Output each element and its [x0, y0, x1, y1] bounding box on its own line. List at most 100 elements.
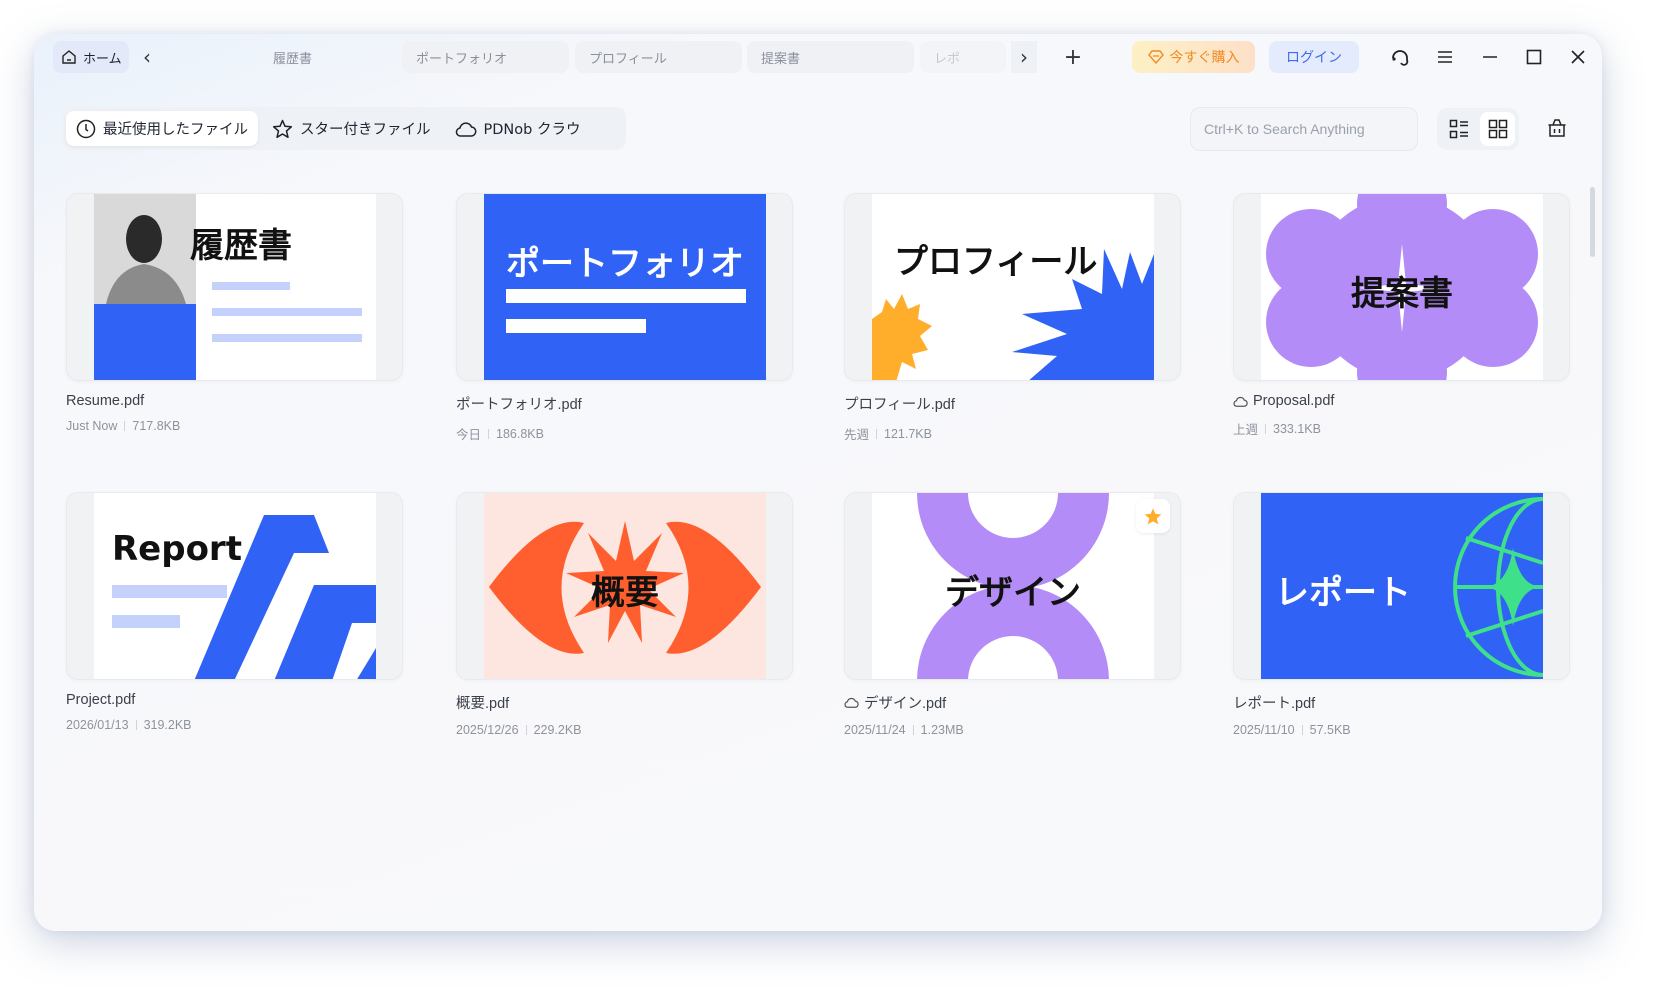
file-name-row: デザイン.pdf [844, 692, 1181, 713]
divider [124, 421, 125, 431]
filter-label: PDNob クラウ [484, 118, 581, 139]
file-name: デザイン.pdf [864, 692, 946, 713]
thumbnail: 履歴書 [94, 194, 376, 381]
file-card-portfolio[interactable]: ポートフォリオ ポートフォリオ.pdf 今日186.8KB [456, 193, 793, 443]
divider [136, 720, 137, 730]
thumbnail: ポートフォリオ [484, 194, 766, 381]
file-filter-segmented: 最近使用したファイル スター付きファイル PDNob クラウ [62, 107, 626, 150]
file-card-summary[interactable]: 概要 概要.pdf 2025/12/26229.2KB [456, 492, 793, 737]
file-date: 2026/01/13 [66, 718, 129, 732]
login-label: ログイン [1286, 47, 1342, 67]
tab-profile[interactable]: プロフィール [575, 41, 742, 73]
starred-badge[interactable] [1136, 499, 1170, 533]
file-date: 2025/11/24 [844, 723, 906, 737]
home-label: ホーム [83, 48, 122, 67]
login-button[interactable]: ログイン [1269, 41, 1359, 73]
home-tab[interactable]: ホーム [53, 41, 129, 73]
minimize-icon [1482, 49, 1498, 65]
support-button[interactable] [1385, 43, 1415, 71]
star-icon [272, 119, 293, 139]
tab-label: レポ [934, 48, 960, 67]
close-icon [1570, 49, 1586, 65]
thumbnail: 提案書 [1261, 194, 1543, 381]
grid-view-button[interactable] [1480, 112, 1515, 146]
app-window: ホーム ‹ 履歴書 ポートフォリオ プロフィール 提案書 レポ › + 今すぐ購… [34, 34, 1602, 931]
file-meta: 上週 333.1KB [1233, 419, 1570, 438]
divider [913, 725, 914, 735]
tabs-scroll-left-button[interactable]: ‹ [134, 41, 160, 73]
file-date: Just Now [66, 419, 117, 433]
file-size: 333.1KB [1273, 422, 1321, 436]
buy-now-button[interactable]: 今すぐ購入 [1132, 41, 1255, 73]
file-size: 57.5KB [1310, 723, 1351, 737]
maximize-button[interactable] [1519, 43, 1549, 71]
file-date: 2025/12/26 [456, 723, 519, 737]
file-size: 717.8KB [132, 419, 180, 433]
home-icon [61, 49, 77, 65]
filter-cloud[interactable]: PDNob クラウ [445, 111, 591, 146]
tab-label: プロフィール [589, 48, 667, 67]
file-card-resume[interactable]: 履歴書 Resume.pdf Just Now717.8KB [66, 193, 403, 433]
plus-icon: + [1064, 45, 1082, 70]
divider [488, 429, 489, 439]
thumbnail-bar [506, 289, 746, 303]
tab-label: 履歴書 [273, 48, 312, 67]
trash-button[interactable] [1542, 114, 1572, 142]
search-input[interactable]: Ctrl+K to Search Anything [1190, 107, 1418, 151]
tabs-scroll-right-button[interactable]: › [1011, 41, 1037, 73]
list-view-button[interactable] [1441, 112, 1476, 146]
thumbnail: 概要 [484, 493, 766, 680]
file-date: 上週 [1233, 419, 1258, 438]
trash-icon [1547, 118, 1567, 138]
list-view-icon [1449, 119, 1469, 139]
file-card-proposal[interactable]: 提案書 Proposal.pdf 上週 333.1KB [1233, 193, 1570, 438]
thumbnail: Report [94, 493, 376, 680]
minimize-button[interactable] [1475, 43, 1505, 71]
filter-label: スター付きファイル [300, 118, 431, 139]
tab-proposal[interactable]: 提案書 [747, 41, 914, 73]
thumbnail-bar [506, 319, 646, 333]
menu-button[interactable] [1430, 43, 1460, 71]
file-meta: 2026/01/13 319.2KB [66, 718, 403, 732]
file-date: 2025/11/10 [1233, 723, 1295, 737]
cloud-icon [1233, 395, 1248, 408]
file-name-row: Proposal.pdf [1233, 393, 1570, 409]
divider [1302, 725, 1303, 735]
thumbnail: デザイン [872, 493, 1154, 680]
file-size: 186.8KB [496, 427, 544, 441]
file-meta: Just Now 717.8KB [66, 419, 403, 433]
file-size: 1.23MB [921, 723, 964, 737]
thumbnail-title: Report [112, 529, 242, 569]
thumbnail-title: レポート [1275, 565, 1411, 614]
file-card-project[interactable]: Report Project.pdf 2026/01/13319.2KB [66, 492, 403, 732]
file-card-profile[interactable]: プロフィール プロフィール.pdf 先週121.7KB [844, 193, 1181, 443]
tab-resume[interactable]: 履歴書 [219, 41, 396, 73]
tab-portfolio[interactable]: ポートフォリオ [402, 41, 569, 73]
filter-starred[interactable]: スター付きファイル [262, 111, 441, 146]
divider [526, 725, 527, 735]
thumbnail-title: ポートフォリオ [506, 236, 744, 285]
thumbnail-title: 概要 [484, 565, 766, 614]
file-meta: 2025/11/24 1.23MB [844, 723, 1181, 737]
tab-report[interactable]: レポ [920, 41, 1006, 73]
clock-icon [76, 119, 96, 139]
file-size: 319.2KB [144, 718, 192, 732]
filter-recent[interactable]: 最近使用したファイル [66, 111, 258, 146]
scrollbar-thumb[interactable] [1590, 187, 1595, 257]
chevron-left-icon: ‹ [143, 45, 151, 69]
divider [876, 429, 877, 439]
tab-label: 提案書 [761, 48, 800, 67]
maximize-icon [1526, 49, 1542, 65]
file-card-report[interactable]: レポート レポート.pdf 2025/11/1057.5KB [1233, 492, 1570, 737]
file-date: 今日 [456, 424, 481, 443]
grid-view-icon [1488, 119, 1508, 139]
file-card-design[interactable]: デザイン デザイン.pdf 2025/11/24 1.23MB [844, 492, 1181, 737]
chevron-right-icon: › [1020, 45, 1028, 69]
file-date: 先週 [844, 424, 869, 443]
file-meta: 先週121.7KB [844, 424, 1181, 443]
new-tab-button[interactable]: + [1060, 41, 1086, 73]
view-toggle [1437, 108, 1519, 150]
headset-icon [1390, 47, 1410, 67]
close-button[interactable] [1563, 43, 1593, 71]
thumbnail: プロフィール [872, 194, 1154, 381]
